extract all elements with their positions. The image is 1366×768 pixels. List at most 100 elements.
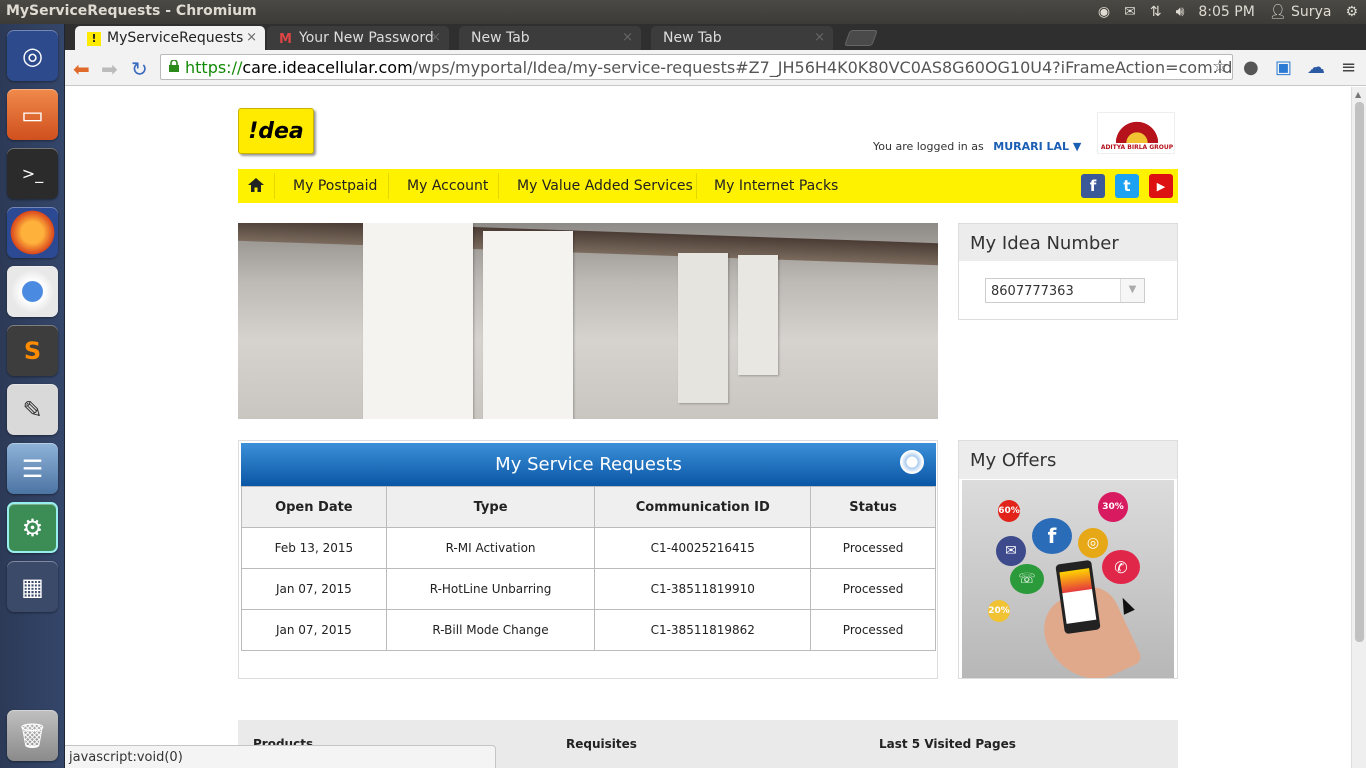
indicator-icon[interactable]: ◉	[1098, 4, 1110, 20]
firefox-icon[interactable]	[7, 207, 58, 258]
close-tab-icon[interactable]: ×	[246, 30, 257, 45]
cloud-extension-icon[interactable]: ☁	[1307, 57, 1325, 78]
chromium-icon[interactable]	[7, 266, 58, 317]
footer-requisites[interactable]: Requisites	[566, 737, 637, 751]
column-header: Communication ID	[594, 486, 812, 528]
ubuntu-dash-icon[interactable]: ◎	[7, 30, 58, 81]
status-cell: Processed	[810, 568, 936, 610]
type-cell: R-MI Activation	[385, 527, 596, 569]
user-account-dropdown[interactable]: MURARI LAL ▼	[993, 140, 1081, 153]
menu-icon[interactable]: ≡	[1341, 57, 1356, 78]
login-info: You are logged in as MURARI LAL ▼	[873, 140, 1081, 153]
idea-number-select[interactable]: 8607777363 ▼	[985, 278, 1145, 303]
banner-receipt	[738, 255, 778, 375]
close-tab-icon[interactable]: ×	[430, 30, 441, 45]
twitter-icon[interactable]: t	[1115, 174, 1139, 198]
nav-my-postpaid[interactable]: My Postpaid	[293, 178, 377, 194]
nav-my-internet-packs[interactable]: My Internet Packs	[714, 178, 838, 194]
sublime-text-icon[interactable]: S	[7, 325, 58, 376]
tab-new-tab-2[interactable]: New Tab ×	[651, 26, 833, 50]
banner-receipt	[678, 253, 728, 403]
chevron-down-icon[interactable]: ▼	[1120, 279, 1144, 302]
my-offers-panel: My Offers 60% 30% 20% ✉ f ◎ ☏ ✆	[958, 440, 1178, 679]
reload-icon[interactable]: ↻	[131, 57, 148, 81]
url-scheme: https://	[185, 58, 243, 77]
type-cell: R-HotLine Unbarring	[385, 568, 596, 610]
idea-number-title: My Idea Number	[959, 224, 1177, 261]
clock[interactable]: 8:05 PM	[1198, 4, 1254, 20]
tab-strip: ! MyServiceRequests × M Your New Passwor…	[65, 24, 1366, 50]
tab-new-tab-1[interactable]: New Tab ×	[459, 26, 641, 50]
tab-label: New Tab	[471, 30, 530, 46]
youtube-icon[interactable]: ▶	[1149, 174, 1173, 198]
system-settings-icon[interactable]: ⚙	[7, 502, 58, 553]
communication-id-cell: C1-40025216415	[594, 527, 812, 569]
volume-icon[interactable]: 🔊︎	[1176, 4, 1185, 20]
lock-icon	[169, 60, 179, 72]
communication-id-cell: C1-38511819862	[594, 609, 812, 651]
my-idea-number-panel: My Idea Number 8607777363 ▼	[958, 223, 1178, 320]
chat-bubble-icon: ☏	[1010, 564, 1044, 594]
column-header: Status	[810, 486, 936, 528]
service-requests-title: My Service Requests	[495, 454, 682, 475]
close-tab-icon[interactable]: ×	[622, 30, 633, 45]
page-scrollbar[interactable]: ▲	[1351, 87, 1366, 768]
files-icon[interactable]: ▭	[7, 89, 58, 140]
window-title: MyServiceRequests - Chromium	[6, 3, 257, 19]
aditya-birla-logo: ADITYA BIRLA GROUP	[1097, 112, 1175, 154]
banner-receipt	[363, 223, 473, 419]
network-icon[interactable]: ⇅	[1150, 4, 1162, 20]
tab-label: MyServiceRequests	[107, 30, 244, 46]
workspace-switcher-icon[interactable]: ▦	[7, 561, 58, 612]
offers-title: My Offers	[959, 441, 1177, 479]
address-bar[interactable]: https://care.ideacellular.com/wps/myport…	[160, 54, 1233, 80]
gmail-favicon-icon: M	[279, 32, 292, 47]
user-menu[interactable]: 👤︎ Surya	[1269, 4, 1332, 20]
open-date-cell: Jan 07, 2015	[241, 568, 387, 610]
back-arrow-icon[interactable]: ⬅	[73, 57, 90, 81]
chrome-bubble-icon: ◎	[1078, 528, 1108, 558]
table-row: Feb 13, 2015 R-MI Activation C1-40025216…	[241, 527, 936, 569]
footer-last-visited-pages[interactable]: Last 5 Visited Pages	[879, 737, 1016, 751]
refresh-icon[interactable]	[900, 450, 924, 474]
table-row: Jan 07, 2015 R-Bill Mode Change C1-38511…	[241, 609, 936, 651]
tab-label: Your New Password - (	[299, 30, 437, 46]
terminal-icon[interactable]: >_	[7, 148, 58, 199]
close-tab-icon[interactable]: ×	[814, 30, 825, 45]
scroll-up-arrow-icon[interactable]: ▲	[1355, 90, 1361, 99]
phone-screen	[1059, 568, 1097, 624]
tab-myservicerequests[interactable]: ! MyServiceRequests ×	[75, 26, 265, 50]
idea-logo[interactable]: !dea	[238, 108, 314, 154]
offers-banner-image[interactable]: 60% 30% 20% ✉ f ◎ ☏ ✆	[962, 480, 1174, 678]
extension-icon[interactable]: ●	[1243, 57, 1259, 78]
database-icon[interactable]: ☰	[7, 443, 58, 494]
page-content: !dea You are logged in as MURARI LAL ▼ A…	[65, 87, 1351, 768]
new-tab-button[interactable]	[844, 30, 878, 46]
extension-window-icon[interactable]: ▣	[1275, 57, 1292, 78]
nav-divider	[274, 173, 275, 199]
nav-divider	[388, 173, 389, 199]
settings-gear-icon[interactable]: ⚙	[1345, 4, 1358, 20]
scrollbar-thumb[interactable]	[1355, 102, 1364, 642]
banner-receipt	[483, 231, 573, 419]
table-header-row: Open Date Type Communication ID Status	[241, 486, 936, 528]
tab-your-new-password[interactable]: M Your New Password - ( ×	[267, 26, 449, 50]
offer-badge: 20%	[988, 600, 1010, 622]
communication-id-cell: C1-38511819910	[594, 568, 812, 610]
trash-icon[interactable]: 🗑︎	[7, 710, 58, 761]
browser-toolbar: ⬅ ➡ ↻ https://care.ideacellular.com/wps/…	[65, 50, 1366, 86]
bookmark-star-icon[interactable]: ☆	[1212, 56, 1228, 77]
tab-label: New Tab	[663, 30, 722, 46]
facebook-icon[interactable]: f	[1081, 174, 1105, 198]
text-editor-icon[interactable]: ✎	[7, 384, 58, 435]
forward-arrow-icon[interactable]: ➡	[101, 57, 118, 81]
nav-my-value-added-services[interactable]: My Value Added Services	[517, 178, 693, 194]
banner-rail	[238, 223, 938, 266]
nav-my-account[interactable]: My Account	[407, 178, 488, 194]
column-header: Open Date	[241, 486, 387, 528]
open-date-cell: Feb 13, 2015	[241, 527, 387, 569]
email-bubble-icon: ✉	[996, 536, 1026, 566]
sun-emblem-icon	[1116, 115, 1158, 143]
home-icon[interactable]	[247, 177, 265, 193]
mail-icon[interactable]: ✉	[1124, 4, 1136, 20]
